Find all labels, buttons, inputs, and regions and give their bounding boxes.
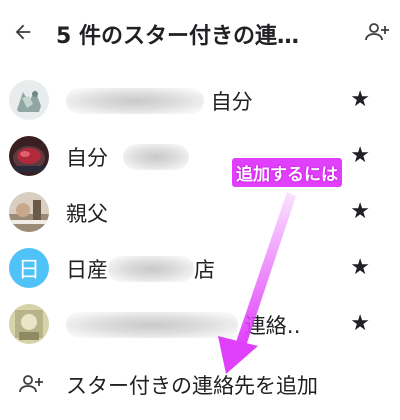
contact-name: 日産 店	[66, 254, 316, 284]
redacted-name-blur	[108, 256, 194, 282]
contact-row[interactable]: 親父 ★	[0, 184, 400, 240]
page-title: 5 件のスター付きの連…	[56, 24, 299, 49]
contact-name-prefix: 親父	[66, 202, 108, 226]
contact-row[interactable]: 連絡‥ ★	[0, 296, 400, 352]
add-contact-button[interactable]	[364, 20, 390, 44]
avatar	[9, 192, 49, 232]
contact-name-suffix: 店	[194, 258, 215, 282]
star-icon[interactable]: ★	[350, 310, 370, 338]
star-icon[interactable]: ★	[350, 198, 370, 226]
star-icon[interactable]: ★	[350, 142, 370, 170]
contact-name-prefix: 自分	[66, 146, 108, 170]
person-add-icon	[19, 375, 43, 393]
app-bar: 5 件のスター付きの連…	[0, 0, 400, 64]
avatar	[9, 136, 49, 176]
contact-name: 連絡‥	[66, 310, 316, 340]
contact-name-prefix: 日産	[66, 258, 108, 282]
contact-name-suffix: 連絡‥	[244, 314, 301, 338]
contact-name-suffix: 自分	[210, 90, 253, 114]
redacted-name-blur	[66, 312, 238, 338]
contact-name: 親父	[66, 198, 316, 228]
contact-name: 自分	[66, 86, 316, 116]
person-add-icon	[365, 23, 389, 41]
redacted-name-blur	[122, 144, 189, 170]
back-button[interactable]	[8, 14, 38, 50]
contact-row[interactable]: 自分 ★	[0, 72, 400, 128]
avatar	[9, 304, 49, 344]
add-starred-contact-button[interactable]: スター付きの連絡先を追加	[0, 362, 400, 406]
add-starred-contact-label: スター付きの連絡先を追加	[66, 374, 318, 398]
star-icon[interactable]: ★	[350, 86, 370, 114]
annotation-callout: 追加するには	[232, 158, 342, 187]
contact-row[interactable]: 日 日産 店 ★	[0, 240, 400, 296]
starred-contacts-screen: 5 件のスター付きの連… 自分 ★ 自分 ★ 親父 ★ 日 日産 店 ★ 連絡‥…	[0, 0, 400, 420]
avatar	[9, 80, 49, 120]
avatar: 日	[9, 248, 49, 288]
arrow-back-icon	[15, 24, 31, 40]
star-icon[interactable]: ★	[350, 254, 370, 282]
redacted-name-blur	[66, 88, 204, 114]
